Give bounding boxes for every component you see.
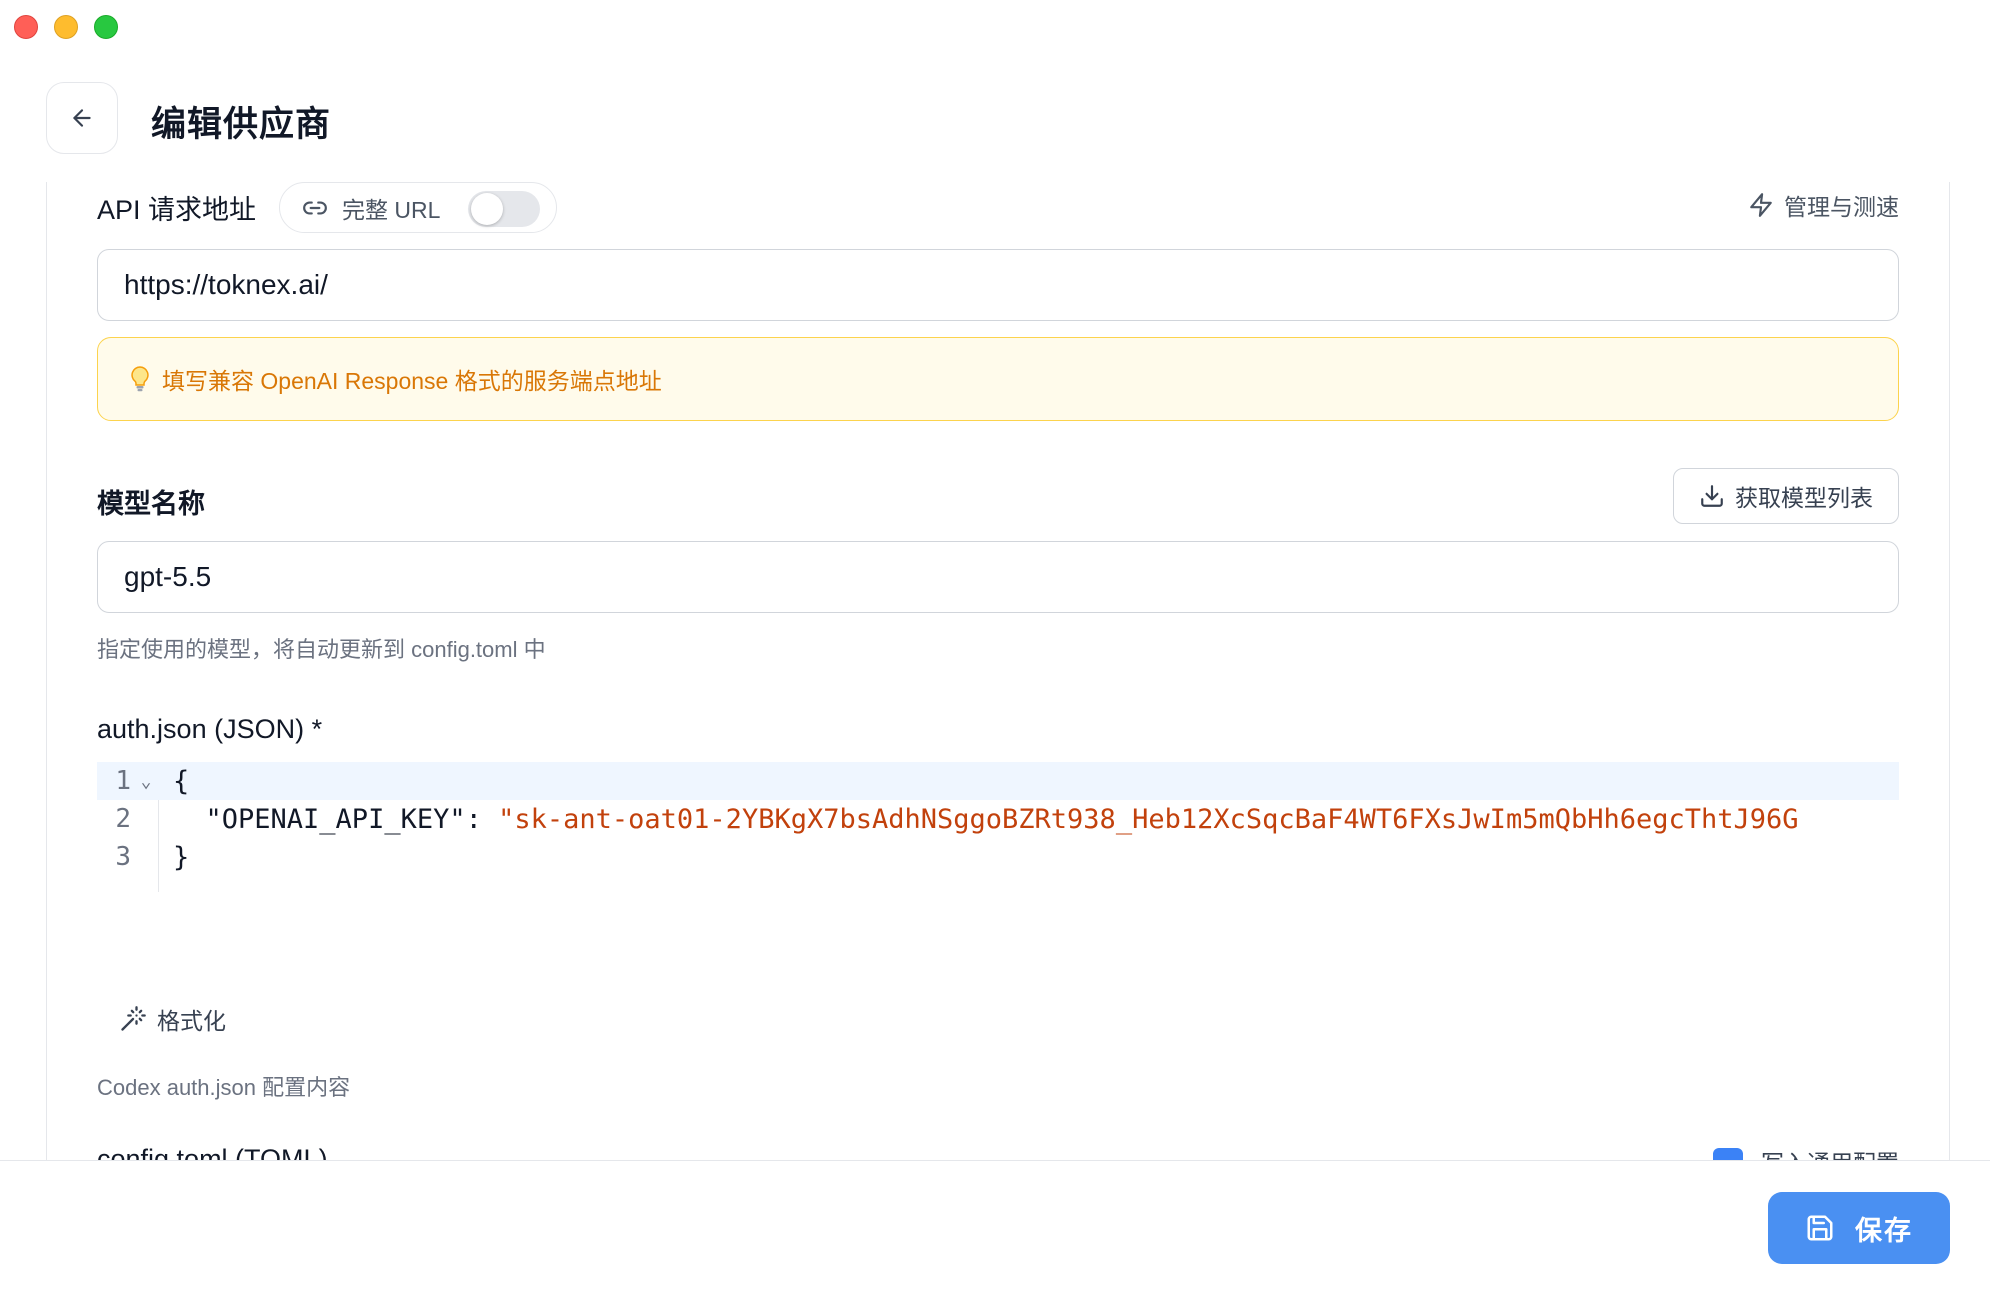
line-number: 1 [115,766,131,796]
api-url-label: API 请求地址 [97,195,257,225]
editor-line: 1 ⌄ { [97,762,1899,800]
code-text: { [173,765,190,797]
zoom-window-button[interactable] [94,15,118,39]
full-url-label: 完整 URL [342,196,441,223]
editor-line: 2 "OPENAI_API_KEY": "sk-ant-oat01-2YBKgX… [97,800,1899,838]
back-button[interactable] [46,82,118,154]
download-icon [1701,485,1723,507]
line-number: 2 [115,804,131,834]
model-name-label: 模型名称 [97,489,205,519]
lightbulb-icon [131,366,149,392]
arrow-left-icon [73,109,91,127]
switch-knob [471,193,503,225]
code-text: } [173,841,190,873]
window-controls [14,15,118,39]
footer-bar: 保存 [0,1160,1990,1294]
fetch-models-label: 获取模型列表 [1735,485,1873,511]
auth-json-help-text: Codex auth.json 配置内容 [97,1075,351,1100]
auth-json-label: auth.json (JSON) * [97,714,323,744]
api-url-hint-text: 填写兼容 OpenAI Response 格式的服务端点地址 [162,368,662,394]
minimize-window-button[interactable] [54,15,78,39]
fold-chevron-icon[interactable]: ⌄ [135,771,157,792]
model-help-text: 指定使用的模型，将自动更新到 config.toml 中 [97,637,546,662]
code-text: "OPENAI_API_KEY": "sk-ant-oat01-2YBKgX7b… [173,804,1799,835]
lightning-icon [1750,193,1772,217]
fetch-models-button[interactable]: 获取模型列表 [1673,468,1899,524]
format-label: 格式化 [157,1008,226,1034]
provider-form: API 请求地址 完整 URL 管理与测速 https://toknex.ai/ [46,182,1950,1162]
full-url-toggle-group[interactable]: 完整 URL [279,182,557,233]
save-button[interactable]: 保存 [1768,1192,1950,1264]
magic-wand-icon [121,1006,146,1031]
line-number: 3 [115,842,131,872]
model-name-input[interactable]: gpt-5.5 [97,541,1899,613]
api-url-hint: 填写兼容 OpenAI Response 格式的服务端点地址 [97,337,1899,421]
editor-line: 3 } [97,838,1899,876]
manage-speedtest-label: 管理与测速 [1784,194,1899,220]
json-key: "OPENAI_API_KEY": [173,803,499,835]
save-label: 保存 [1855,1215,1913,1246]
api-url-input[interactable]: https://toknex.ai/ [97,249,1899,321]
save-icon [1807,1215,1833,1241]
manage-speedtest-button[interactable]: 管理与测速 [1748,188,1899,222]
page-title: 编辑供应商 [151,105,332,144]
link-icon [303,201,327,214]
json-string-value: "sk-ant-oat01-2YBKgX7bsAdhNSggoBZRt938_H… [498,803,1799,835]
full-url-switch[interactable] [468,191,540,227]
close-window-button[interactable] [14,15,38,39]
auth-json-editor[interactable]: 1 ⌄ { 2 "OPENAI_API_KEY": "sk-ant-oat01-… [97,762,1899,892]
format-button[interactable]: 格式化 [119,1002,226,1036]
